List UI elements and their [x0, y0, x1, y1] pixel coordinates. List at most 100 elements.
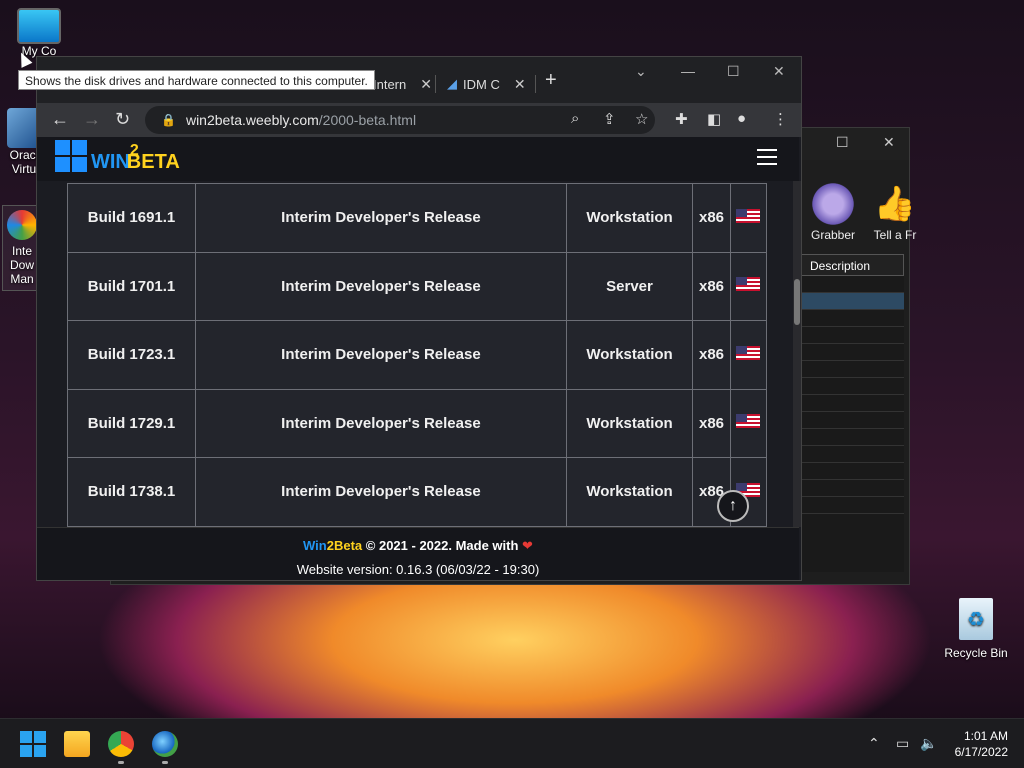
tab-idm[interactable]: ◢ IDM C ✕	[447, 69, 526, 99]
desktop-icon-my-computer[interactable]: My Co	[4, 8, 74, 58]
tab-separator	[435, 75, 436, 93]
list-item[interactable]	[801, 463, 904, 480]
list-item[interactable]	[801, 497, 904, 514]
clock[interactable]: 1:01 AM 6/17/2022	[955, 728, 1008, 760]
list-item[interactable]	[801, 378, 904, 395]
list-item[interactable]	[801, 412, 904, 429]
reload-icon[interactable]: ↻	[115, 109, 130, 130]
language-cell	[729, 251, 768, 321]
logo-text-win: WIN	[91, 151, 130, 173]
type-cell: Interim Developer's Release	[195, 183, 567, 253]
us-flag-icon	[736, 208, 761, 223]
edition-cell: Workstation	[565, 320, 694, 390]
footer-brand-beta: 2Beta	[326, 538, 363, 553]
list-item[interactable]	[801, 480, 904, 497]
us-flag-icon	[736, 277, 761, 292]
list-item[interactable]	[801, 293, 904, 310]
close-icon[interactable]: ✕	[773, 63, 785, 80]
build-cell: Build 1691.1	[66, 183, 197, 253]
desktop-icon-recycle-bin[interactable]: ♻ Recycle Bin	[940, 598, 1012, 660]
start-button[interactable]	[20, 731, 46, 757]
build-cell: Build 1729.1	[66, 388, 197, 458]
windows-logo-icon	[20, 731, 32, 743]
tool-label: Grabber	[810, 228, 856, 242]
chrome-icon[interactable]	[108, 731, 134, 757]
type-cell: Interim Developer's Release	[195, 457, 567, 527]
running-indicator	[118, 761, 124, 764]
logo-text-two: 2	[129, 142, 139, 159]
lock-icon[interactable]: 🔒	[161, 113, 176, 127]
list-item[interactable]	[801, 429, 904, 446]
idm-download-list[interactable]: Description	[801, 254, 904, 572]
list-item[interactable]	[801, 310, 904, 327]
type-cell: Interim Developer's Release	[195, 388, 567, 458]
list-item[interactable]	[801, 395, 904, 412]
chevron-down-icon[interactable]: ⌄	[635, 63, 647, 80]
list-item[interactable]	[801, 327, 904, 344]
tell-a-friend-button[interactable]: 👍 Tell a Fr	[871, 180, 919, 242]
list-item[interactable]	[801, 446, 904, 463]
edition-cell: Workstation	[565, 457, 694, 527]
new-tab-button[interactable]: +	[545, 69, 557, 92]
idm-icon[interactable]	[152, 731, 178, 757]
taskbar: ⌃ ▭ 🔈 1:01 AM 6/17/2022	[0, 718, 1024, 768]
windows-logo-icon	[55, 140, 87, 172]
close-icon[interactable]: ✕	[420, 76, 432, 93]
arch-cell: x86	[692, 183, 731, 253]
file-explorer-icon[interactable]	[64, 731, 90, 757]
share-icon[interactable]: ⇪	[603, 110, 616, 128]
us-flag-icon	[736, 414, 761, 429]
tooltip: Shows the disk drives and hardware conne…	[18, 70, 375, 90]
network-icon[interactable]: ▭	[896, 735, 909, 752]
type-cell: Interim Developer's Release	[195, 251, 567, 321]
column-header-description[interactable]: Description	[801, 254, 904, 276]
scrollbar-thumb[interactable]	[794, 279, 800, 325]
edition-cell: Workstation	[565, 388, 694, 458]
running-indicator	[162, 761, 168, 764]
profile-icon[interactable]: ●	[737, 110, 746, 127]
idm-toolbar: Grabber 👍 Tell a Fr	[809, 180, 919, 242]
clock-date: 6/17/2022	[954, 745, 1008, 759]
list-item[interactable]	[801, 276, 904, 293]
volume-icon[interactable]: 🔈	[920, 735, 937, 752]
extensions-icon[interactable]: ✚	[675, 110, 688, 128]
hamburger-menu-icon[interactable]	[757, 149, 777, 165]
list-item[interactable]	[801, 344, 904, 361]
tab-internet[interactable]: Intern ✕	[373, 69, 432, 99]
builds-table: Build 1691.1 Interim Developer's Release…	[66, 183, 768, 527]
grabber-button[interactable]: Grabber	[809, 180, 857, 242]
scroll-to-top-button[interactable]: ↑	[717, 490, 749, 522]
close-icon[interactable]: ✕	[514, 76, 526, 93]
idm-favicon-icon: ◢	[447, 76, 457, 91]
maximize-icon[interactable]: ☐	[727, 63, 740, 80]
site-logo[interactable]: WIN 2 BETA	[55, 140, 180, 172]
build-cell: Build 1723.1	[66, 320, 197, 390]
back-icon[interactable]: ←	[51, 109, 69, 130]
maximize-icon[interactable]: ☐	[836, 134, 849, 151]
build-cell: Build 1701.1	[66, 251, 197, 321]
table-row: Build 1691.1 Interim Developer's Release…	[66, 183, 768, 253]
grabber-icon	[809, 180, 857, 228]
language-cell	[729, 388, 768, 458]
star-icon[interactable]: ☆	[635, 110, 648, 128]
menu-icon[interactable]: ⋮	[773, 110, 788, 128]
arrow-up-icon: ↑	[729, 497, 737, 514]
table-row: Build 1701.1 Interim Developer's Release…	[66, 251, 768, 321]
side-panel-icon[interactable]: ◧	[707, 110, 721, 128]
us-flag-icon	[736, 345, 761, 360]
tab-label: Intern	[373, 76, 407, 92]
zoom-icon[interactable]: ⌕	[571, 110, 579, 127]
page-scrollbar[interactable]	[793, 181, 801, 527]
url-path: /2000-beta.html	[318, 112, 417, 128]
chevron-up-icon[interactable]: ⌃	[868, 735, 880, 752]
table-row: Build 1738.1 Interim Developer's Release…	[66, 457, 768, 527]
minimize-icon[interactable]: —	[681, 63, 695, 79]
address-toolbar: ← → ↻ 🔒 win2beta.weebly.com/2000-beta.ht…	[37, 103, 801, 137]
forward-icon[interactable]: →	[83, 109, 101, 130]
close-icon[interactable]: ✕	[883, 134, 895, 151]
list-item[interactable]	[801, 361, 904, 378]
thumbs-up-icon: 👍	[873, 185, 917, 223]
table-row: Build 1723.1 Interim Developer's Release…	[66, 320, 768, 390]
idm-icon	[7, 210, 37, 240]
type-cell: Interim Developer's Release	[195, 320, 567, 390]
